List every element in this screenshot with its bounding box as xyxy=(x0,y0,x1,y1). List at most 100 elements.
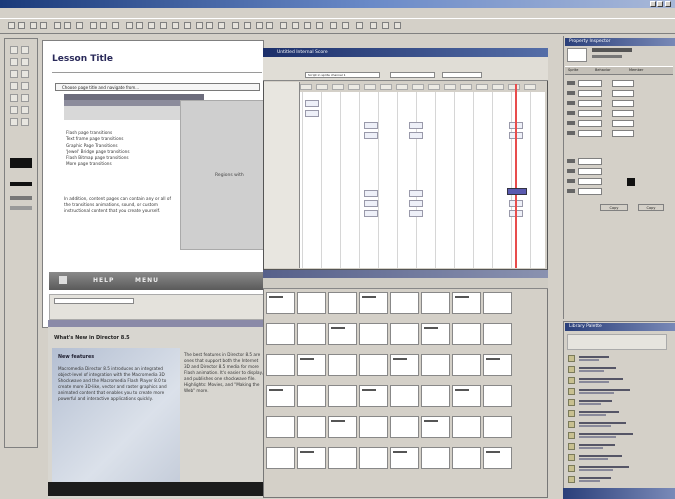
tool-button[interactable] xyxy=(21,46,29,54)
cast-member-thumbnail[interactable] xyxy=(421,292,450,314)
toolbar-button[interactable] xyxy=(54,22,61,29)
foreground-color-swatch[interactable] xyxy=(10,158,32,168)
behavior-icon[interactable] xyxy=(568,388,575,395)
toolbar-button[interactable] xyxy=(196,22,203,29)
toolbar-button[interactable] xyxy=(172,22,179,29)
control-field[interactable] xyxy=(54,298,134,304)
toolbar-button[interactable] xyxy=(244,22,251,29)
toolbar-button[interactable] xyxy=(76,22,83,29)
toolbar-button[interactable] xyxy=(356,22,363,29)
toolbar-button[interactable] xyxy=(292,22,299,29)
sprite-span[interactable] xyxy=(409,210,423,217)
toolbar-button[interactable] xyxy=(90,22,97,29)
cast-member-thumbnail[interactable] xyxy=(328,354,357,376)
cast-member-thumbnail[interactable] xyxy=(390,292,419,314)
toolbar-button[interactable] xyxy=(218,22,225,29)
cast-member-thumbnail[interactable] xyxy=(359,416,388,438)
sprite-span[interactable] xyxy=(364,200,378,207)
playhead[interactable] xyxy=(515,84,517,268)
tool-button[interactable] xyxy=(21,106,29,114)
tool-button[interactable] xyxy=(10,118,18,126)
sprite-span[interactable] xyxy=(409,190,423,197)
toolbar-button[interactable] xyxy=(232,22,239,29)
inspector-field[interactable] xyxy=(612,90,634,97)
inspector-field[interactable] xyxy=(612,80,634,87)
frame-number-cell[interactable] xyxy=(332,84,344,90)
sprite-span[interactable] xyxy=(409,132,423,139)
menu-button[interactable]: MENU xyxy=(135,277,159,284)
inspector-field[interactable] xyxy=(578,120,602,127)
cast-member-thumbnail[interactable] xyxy=(297,292,326,314)
tool-button[interactable] xyxy=(10,58,18,66)
frame-number-cell[interactable] xyxy=(428,84,440,90)
line-width-swatch[interactable] xyxy=(10,182,32,186)
behavior-label[interactable] xyxy=(579,378,623,380)
sprite-span[interactable] xyxy=(364,210,378,217)
toolbar-button[interactable] xyxy=(148,22,155,29)
behavior-label[interactable] xyxy=(579,411,619,413)
toolbar-button[interactable] xyxy=(184,22,191,29)
inspector-field[interactable] xyxy=(578,80,602,87)
frame-number-cell[interactable] xyxy=(524,84,536,90)
tool-button[interactable] xyxy=(21,118,29,126)
tab-member[interactable]: Member xyxy=(629,68,643,72)
cast-member-thumbnail[interactable] xyxy=(390,385,419,407)
behavior-icon[interactable] xyxy=(568,377,575,384)
cast-member-thumbnail[interactable] xyxy=(483,323,512,345)
toolbar-button[interactable] xyxy=(342,22,349,29)
cast-member-thumbnail[interactable] xyxy=(390,416,419,438)
inspector-field[interactable] xyxy=(612,130,634,137)
pattern-swatch-2[interactable] xyxy=(10,206,32,210)
inspector-field[interactable] xyxy=(578,130,602,137)
pattern-swatch[interactable] xyxy=(10,196,32,200)
frame-number-cell[interactable] xyxy=(380,84,392,90)
behavior-icon[interactable] xyxy=(568,443,575,450)
tool-button[interactable] xyxy=(10,82,18,90)
behavior-icon[interactable] xyxy=(568,465,575,472)
sprite-span[interactable] xyxy=(364,122,378,129)
frame-number-cell[interactable] xyxy=(396,84,408,90)
behavior-icon[interactable] xyxy=(568,476,575,483)
cast-member-thumbnail[interactable] xyxy=(297,323,326,345)
toolbar-button[interactable] xyxy=(18,22,25,29)
score-field-3[interactable] xyxy=(442,72,482,78)
score-script-field[interactable]: Script in sprite channel 1 xyxy=(305,72,380,78)
tab-behavior[interactable]: Behavior xyxy=(595,68,611,72)
toolbar-button[interactable] xyxy=(394,22,401,29)
cast-member-thumbnail[interactable] xyxy=(328,447,357,469)
frame-number-cell[interactable] xyxy=(364,84,376,90)
cast-member-thumbnail[interactable] xyxy=(483,416,512,438)
cast-member-thumbnail[interactable] xyxy=(452,416,481,438)
toolbar-button[interactable] xyxy=(160,22,167,29)
cast-member-thumbnail[interactable] xyxy=(328,385,357,407)
toolbar-button[interactable] xyxy=(280,22,287,29)
color-chip[interactable] xyxy=(627,178,635,186)
cast-member-thumbnail[interactable] xyxy=(359,354,388,376)
toolbar-button[interactable] xyxy=(370,22,377,29)
nav-square-icon[interactable] xyxy=(59,276,67,284)
frame-number-cell[interactable] xyxy=(492,84,504,90)
cast-member-thumbnail[interactable] xyxy=(483,292,512,314)
toolbar-button[interactable] xyxy=(8,22,15,29)
close-button[interactable] xyxy=(665,1,671,7)
tool-button[interactable] xyxy=(10,70,18,78)
behavior-label[interactable] xyxy=(579,455,622,457)
frame-number-cell[interactable] xyxy=(460,84,472,90)
inspector-field[interactable] xyxy=(578,100,602,107)
tool-button[interactable] xyxy=(10,94,18,102)
toolbar-button[interactable] xyxy=(112,22,119,29)
minimize-button[interactable] xyxy=(650,1,656,7)
toolbar-button[interactable] xyxy=(126,22,133,29)
inspector-field[interactable] xyxy=(578,178,602,185)
behavior-icon[interactable] xyxy=(568,410,575,417)
sprite-span[interactable] xyxy=(305,100,319,107)
inspector-field[interactable] xyxy=(578,188,602,195)
behavior-label[interactable] xyxy=(579,477,611,479)
cast-member-thumbnail[interactable] xyxy=(452,354,481,376)
sprite-span[interactable] xyxy=(409,200,423,207)
cast-member-thumbnail[interactable] xyxy=(421,354,450,376)
inspector-field[interactable] xyxy=(578,90,602,97)
tool-button[interactable] xyxy=(21,58,29,66)
cast-member-thumbnail[interactable] xyxy=(266,447,295,469)
sprite-span[interactable] xyxy=(409,122,423,129)
